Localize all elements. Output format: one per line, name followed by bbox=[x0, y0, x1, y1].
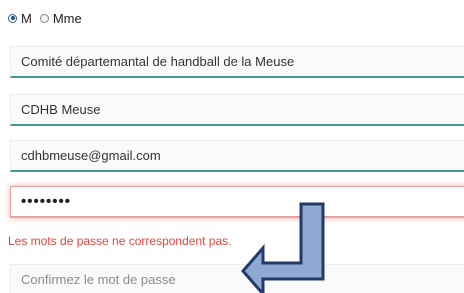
email-value: cdhbmeuse@gmail.com bbox=[21, 148, 161, 163]
radio-m-checked-icon[interactable] bbox=[8, 13, 17, 23]
civility-radio-group: M Mme bbox=[8, 8, 90, 28]
password-field[interactable]: •••••••• bbox=[10, 186, 464, 218]
civility-label-m: M bbox=[21, 10, 32, 26]
radio-mme-icon[interactable] bbox=[39, 13, 49, 23]
email-field[interactable]: cdhbmeuse@gmail.com bbox=[10, 140, 464, 172]
organization-name-value: Comité départemantal de handball de la M… bbox=[21, 54, 295, 69]
password-masked-value: •••••••• bbox=[21, 193, 72, 210]
civility-option-mme[interactable]: Mme bbox=[39, 10, 82, 26]
password-mismatch-error: Les mots de passe ne correspondent pas. bbox=[8, 234, 232, 248]
organization-name-field[interactable]: Comité départemantal de handball de la M… bbox=[10, 46, 464, 78]
short-name-value: CDHB Meuse bbox=[21, 102, 101, 117]
confirm-password-placeholder: Confirmez le mot de passe bbox=[21, 272, 176, 287]
civility-label-mme: Mme bbox=[52, 10, 82, 26]
registration-form: M Mme Comité départemantal de handball d… bbox=[0, 0, 464, 293]
short-name-field[interactable]: CDHB Meuse bbox=[10, 94, 464, 126]
confirm-password-field[interactable]: Confirmez le mot de passe bbox=[10, 264, 464, 293]
civility-option-m[interactable]: M bbox=[8, 11, 32, 26]
